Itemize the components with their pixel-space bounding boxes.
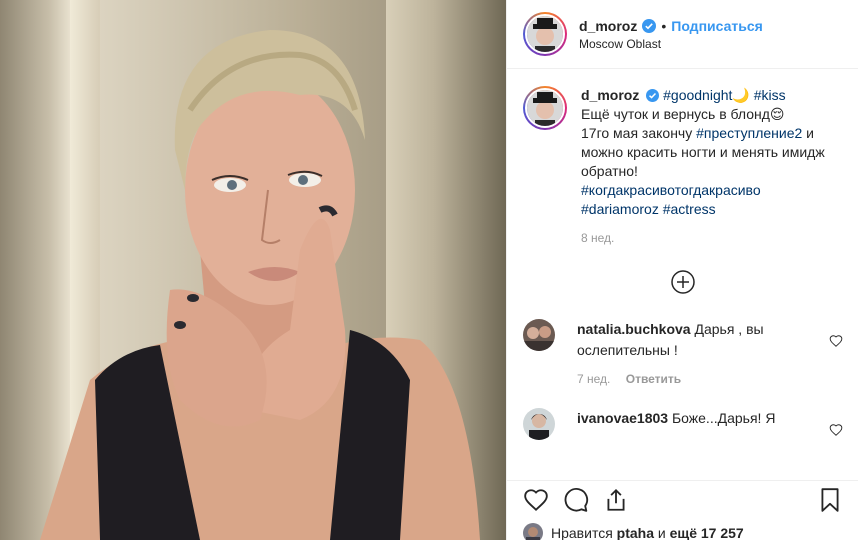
comment-item: natalia.buchkova Дарья , вы ослепительны… xyxy=(523,319,843,390)
verified-badge-icon xyxy=(642,18,657,33)
action-icons xyxy=(523,481,843,519)
likes-count[interactable]: ещё 17 257 xyxy=(670,525,744,540)
hashtag-prestuplenie2[interactable]: #преступление2 xyxy=(696,125,802,141)
separator-dot: • xyxy=(661,17,667,34)
comment-item: ivanovae1803 Боже...Дарья! Я xyxy=(523,408,843,440)
share-icon[interactable] xyxy=(603,487,629,513)
likes-prefix: Нравится xyxy=(551,525,613,540)
commenter-avatar[interactable] xyxy=(523,319,555,351)
comment-bubble-icon[interactable] xyxy=(563,487,589,513)
caption-avatar[interactable] xyxy=(523,86,567,130)
liker-username[interactable]: ptaha xyxy=(617,525,654,540)
portrait-image xyxy=(40,30,480,540)
commenter-username[interactable]: ivanovae1803 xyxy=(577,410,668,426)
comment-meta: 7 нед. Ответить xyxy=(577,369,807,390)
post-location[interactable]: Moscow Oblast xyxy=(579,37,763,51)
reply-button[interactable]: Ответить xyxy=(626,372,681,386)
caption-text: d_moroz #goodnight🌙 #kiss Ещё чуток и ве… xyxy=(581,86,836,219)
commenter-avatar[interactable] xyxy=(523,408,555,440)
avatar-image xyxy=(523,523,543,540)
comments-section[interactable]: d_moroz #goodnight🌙 #kiss Ещё чуток и ве… xyxy=(507,70,858,480)
likes-row: Нравится ptaha и ещё 17 257 xyxy=(523,523,843,540)
heart-icon[interactable] xyxy=(829,334,843,348)
hashtag-kogdakrasivo[interactable]: #когдакрасивотогдакрасиво xyxy=(581,182,761,198)
commenter-username[interactable]: natalia.buchkova xyxy=(577,321,691,337)
caption-line-2a: 17го мая закончу xyxy=(581,125,697,141)
post-side-panel: d_moroz • Подписаться Moscow Oblast d_mo… xyxy=(506,0,858,540)
hashtag-dariamoroz[interactable]: #dariamoroz xyxy=(581,201,659,217)
comment-timestamp[interactable]: 7 нед. xyxy=(577,372,610,386)
hashtag-actress[interactable]: #actress xyxy=(663,201,716,217)
caption-username[interactable]: d_moroz xyxy=(581,87,639,103)
bookmark-icon[interactable] xyxy=(817,487,843,513)
header-info: d_moroz • Подписаться Moscow Oblast xyxy=(579,18,763,51)
post-actions: Нравится ptaha и ещё 17 257 xyxy=(507,480,858,540)
follow-button[interactable]: Подписаться xyxy=(671,18,763,34)
avatar-image xyxy=(527,90,563,126)
avatar-image xyxy=(523,408,555,440)
post-header: d_moroz • Подписаться Moscow Oblast xyxy=(507,0,858,69)
avatar-image xyxy=(527,16,563,52)
heart-icon[interactable] xyxy=(523,487,549,513)
post-photo[interactable] xyxy=(0,0,506,540)
heart-icon[interactable] xyxy=(829,423,843,437)
moon-emoji: 🌙 xyxy=(732,87,750,103)
hashtag-goodnight[interactable]: #goodnight xyxy=(663,87,732,103)
likes-middle: и xyxy=(657,525,666,540)
comment-text: Боже...Дарья! Я xyxy=(671,410,776,426)
post-caption: d_moroz #goodnight🌙 #kiss Ещё чуток и ве… xyxy=(523,86,843,219)
caption-line-1: Ещё чуток и вернусь в блонд😌 xyxy=(581,106,785,122)
liker-avatar[interactable] xyxy=(523,523,543,540)
caption-timestamp[interactable]: 8 нед. xyxy=(581,231,843,245)
avatar-image xyxy=(523,319,555,351)
author-username[interactable]: d_moroz xyxy=(579,18,637,34)
hashtag-kiss[interactable]: #kiss xyxy=(754,87,786,103)
verified-badge-icon xyxy=(646,89,660,102)
plus-circle-icon[interactable] xyxy=(670,269,696,295)
author-avatar[interactable] xyxy=(523,12,567,56)
